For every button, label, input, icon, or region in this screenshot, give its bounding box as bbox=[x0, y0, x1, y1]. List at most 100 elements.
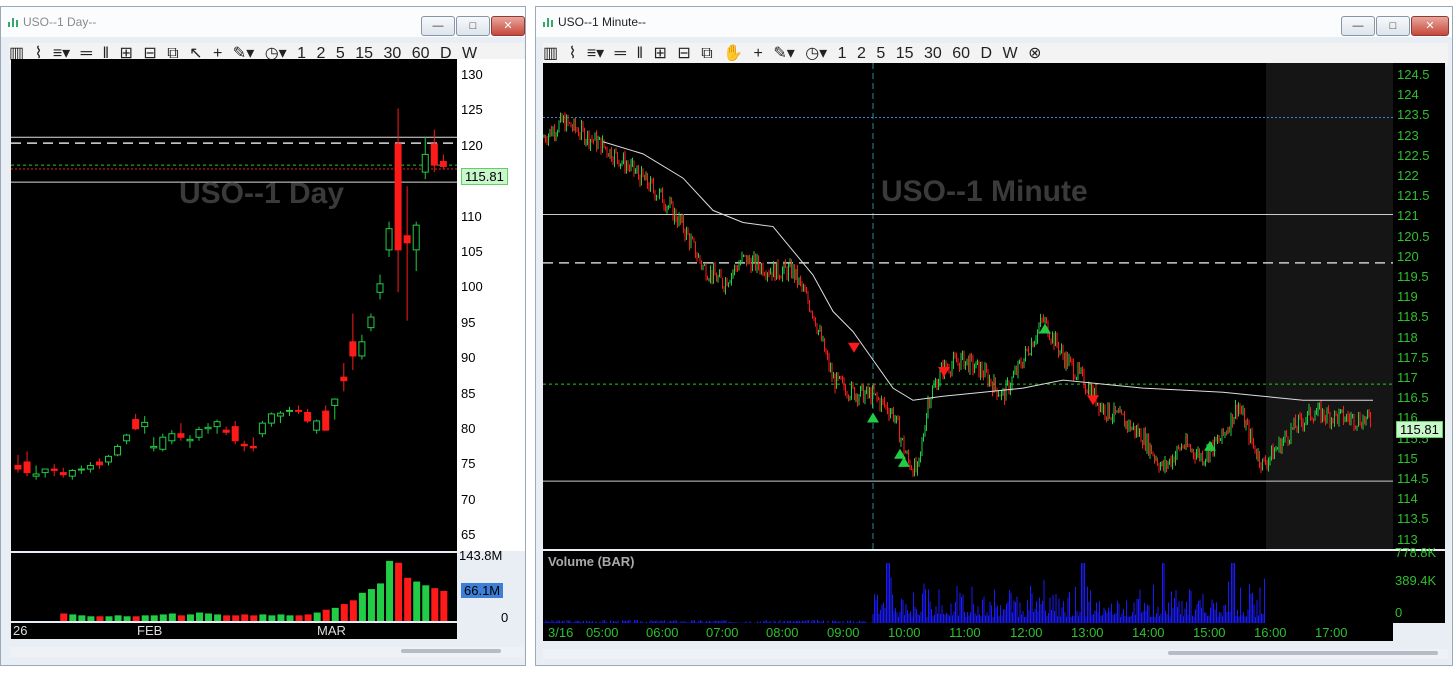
interval-5[interactable]: 5 bbox=[876, 43, 885, 65]
price-tick-label: 110 bbox=[461, 208, 482, 224]
minute-candles bbox=[543, 63, 1393, 549]
volume-tick-label: 0 bbox=[1395, 605, 1403, 620]
price-tick-label: 121 bbox=[1397, 208, 1419, 224]
price-tick-label: 124.5 bbox=[1397, 67, 1430, 82]
price-tick-label: 119.5 bbox=[1397, 269, 1429, 284]
minute-volume-axis: 778.8K 389.4K 0 bbox=[1393, 545, 1445, 623]
clock-icon[interactable]: ◷▾ bbox=[805, 43, 827, 65]
time-tick-label: 16:00 bbox=[1254, 625, 1287, 640]
date-tick-label: 26 bbox=[13, 623, 28, 638]
price-tick-label: 120 bbox=[1397, 248, 1419, 264]
vertical-line-icon[interactable]: ‖ bbox=[636, 43, 643, 65]
time-tick-label: 13:00 bbox=[1071, 625, 1104, 640]
time-tick-label: 10:00 bbox=[888, 625, 921, 640]
window-title: USO--1 Day-- bbox=[23, 15, 97, 29]
zoom-in-icon[interactable]: ⊞ bbox=[654, 43, 667, 65]
bar-chart-icon[interactable]: ▥ bbox=[543, 43, 558, 65]
last-price-tag: 115.81 bbox=[461, 168, 508, 185]
minute-volume-bars bbox=[542, 563, 1265, 623]
daily-date-axis: 26 FEB MAR bbox=[11, 623, 457, 639]
chart-watermark: USO--1 Day bbox=[179, 177, 345, 210]
interval-w[interactable]: W bbox=[1003, 43, 1018, 65]
maximize-button[interactable]: □ bbox=[1376, 16, 1410, 36]
close-circle-icon[interactable]: ⊗ bbox=[1028, 43, 1041, 65]
price-tick-label: 120.5 bbox=[1397, 228, 1430, 244]
chart-watermark: USO--1 Minute bbox=[881, 175, 1088, 208]
scroll-thumb[interactable] bbox=[1168, 651, 1438, 655]
chart-app-icon bbox=[543, 18, 553, 27]
pencil-icon[interactable]: ✎▾ bbox=[773, 43, 794, 65]
minimize-button[interactable]: — bbox=[1341, 16, 1375, 36]
time-tick-label: 08:00 bbox=[766, 625, 799, 640]
price-tick-label: 118 bbox=[1397, 329, 1418, 345]
minute-time-axis: 3/16 05:00 06:00 07:00 08:00 09:00 10:00 11:00 1… bbox=[543, 623, 1393, 641]
price-tick-label: 105 bbox=[461, 244, 483, 259]
horizontal-scrollbar[interactable] bbox=[11, 647, 524, 657]
price-tick-label: 100 bbox=[461, 279, 483, 295]
minute-price-pane[interactable]: USO--1 Minute bbox=[543, 63, 1393, 549]
horizontal-scrollbar[interactable] bbox=[543, 649, 1448, 659]
maximize-button[interactable]: □ bbox=[456, 16, 490, 36]
crosshair-icon[interactable]: + bbox=[754, 43, 763, 65]
price-tick-label: 80 bbox=[461, 421, 476, 436]
price-tick-label: 125 bbox=[461, 102, 483, 118]
drawing-tools-icon[interactable]: ≡▾ bbox=[587, 43, 604, 65]
interval-d[interactable]: D bbox=[980, 43, 992, 65]
close-button[interactable]: ✕ bbox=[1411, 16, 1449, 36]
last-price-tag: 115.81 bbox=[1396, 421, 1443, 438]
chart-toolbar: ▥ ⌇ ≡▾ ═ ‖ ⊞ ⊟ ⧉ ✋ + ✎▾ ◷▾ 1 2 5 15 30 6… bbox=[543, 43, 1448, 65]
interval-30[interactable]: 30 bbox=[924, 43, 942, 65]
interval-15[interactable]: 15 bbox=[896, 43, 914, 65]
daily-price-pane[interactable]: USO--1 Day bbox=[11, 59, 457, 551]
time-tick-label: 14:00 bbox=[1132, 625, 1165, 640]
date-tick-label: MAR bbox=[317, 623, 346, 638]
price-tick-label: 75 bbox=[461, 456, 476, 472]
time-tick-label: 11:00 bbox=[949, 625, 981, 640]
price-tick-label: 122 bbox=[1397, 168, 1419, 183]
close-button[interactable]: ✕ bbox=[491, 16, 525, 36]
time-tick-label: 07:00 bbox=[706, 625, 739, 640]
hand-icon[interactable]: ✋ bbox=[723, 43, 743, 65]
time-tick-label: 05:00 bbox=[586, 625, 619, 640]
time-tick-label: 12:00 bbox=[1010, 625, 1043, 640]
interval-2[interactable]: 2 bbox=[857, 43, 866, 65]
date-tick-label: FEB bbox=[137, 623, 163, 638]
price-tick-label: 90 bbox=[461, 350, 476, 366]
volume-tick-label: 778.8K bbox=[1395, 545, 1437, 560]
horizontal-line-icon[interactable]: ═ bbox=[615, 43, 626, 65]
scroll-thumb[interactable] bbox=[401, 649, 501, 653]
daily-volume-bars bbox=[60, 560, 448, 621]
price-tick-label: 117.5 bbox=[1397, 349, 1429, 365]
minimize-button[interactable]: — bbox=[421, 16, 455, 36]
price-tick-label: 122.5 bbox=[1397, 147, 1430, 163]
zoom-out-icon[interactable]: ⊟ bbox=[677, 43, 690, 65]
line-style-icon[interactable]: ⌇ bbox=[569, 43, 577, 65]
price-tick-label: 123 bbox=[1397, 127, 1419, 143]
time-tick-label: 3/16 bbox=[548, 625, 574, 640]
daily-volume-pane bbox=[11, 553, 457, 621]
price-tick-label: 115 bbox=[1397, 450, 1418, 466]
interval-60[interactable]: 60 bbox=[952, 43, 970, 65]
minute-price-axis: 124.5 124 123.5 123 122.5 122 121.5 121 120.5 120… bbox=[1393, 63, 1445, 549]
price-tick-label: 95 bbox=[461, 314, 476, 330]
title-bar[interactable]: USO--1 Minute-- — □ ✕ bbox=[536, 7, 1452, 37]
window-title: USO--1 Minute-- bbox=[558, 15, 647, 29]
price-tick-label: 121.5 bbox=[1397, 188, 1430, 204]
daily-chart-window: USO--1 Day-- — □ ✕ ▥ ⌇ ≡▾ ═ ‖ ⊞ ⊟ ⧉ ↖ + … bbox=[0, 6, 526, 666]
minute-volume-pane: Volume (BAR) bbox=[542, 551, 1393, 623]
price-tick-label: 120 bbox=[461, 137, 483, 153]
price-tick-label: 130 bbox=[461, 67, 483, 82]
volume-tag: 66.1M bbox=[461, 583, 504, 598]
daily-price-axis: 13012512011511010510095908580757065 bbox=[457, 59, 525, 551]
interval-1[interactable]: 1 bbox=[838, 43, 847, 65]
volume-pane-label: Volume (BAR) bbox=[548, 554, 635, 569]
price-tick-label: 117 bbox=[1397, 370, 1418, 385]
chart-app-icon bbox=[8, 18, 18, 27]
price-tick-label: 114 bbox=[1397, 491, 1418, 507]
time-tick-label: 06:00 bbox=[646, 625, 679, 640]
price-tick-label: 123.5 bbox=[1397, 107, 1430, 123]
fit-icon[interactable]: ⧉ bbox=[701, 43, 712, 65]
time-tick-label: 15:00 bbox=[1193, 625, 1226, 640]
price-tick-label: 119 bbox=[1397, 289, 1418, 305]
title-bar[interactable]: USO--1 Day-- — □ ✕ bbox=[1, 7, 525, 37]
